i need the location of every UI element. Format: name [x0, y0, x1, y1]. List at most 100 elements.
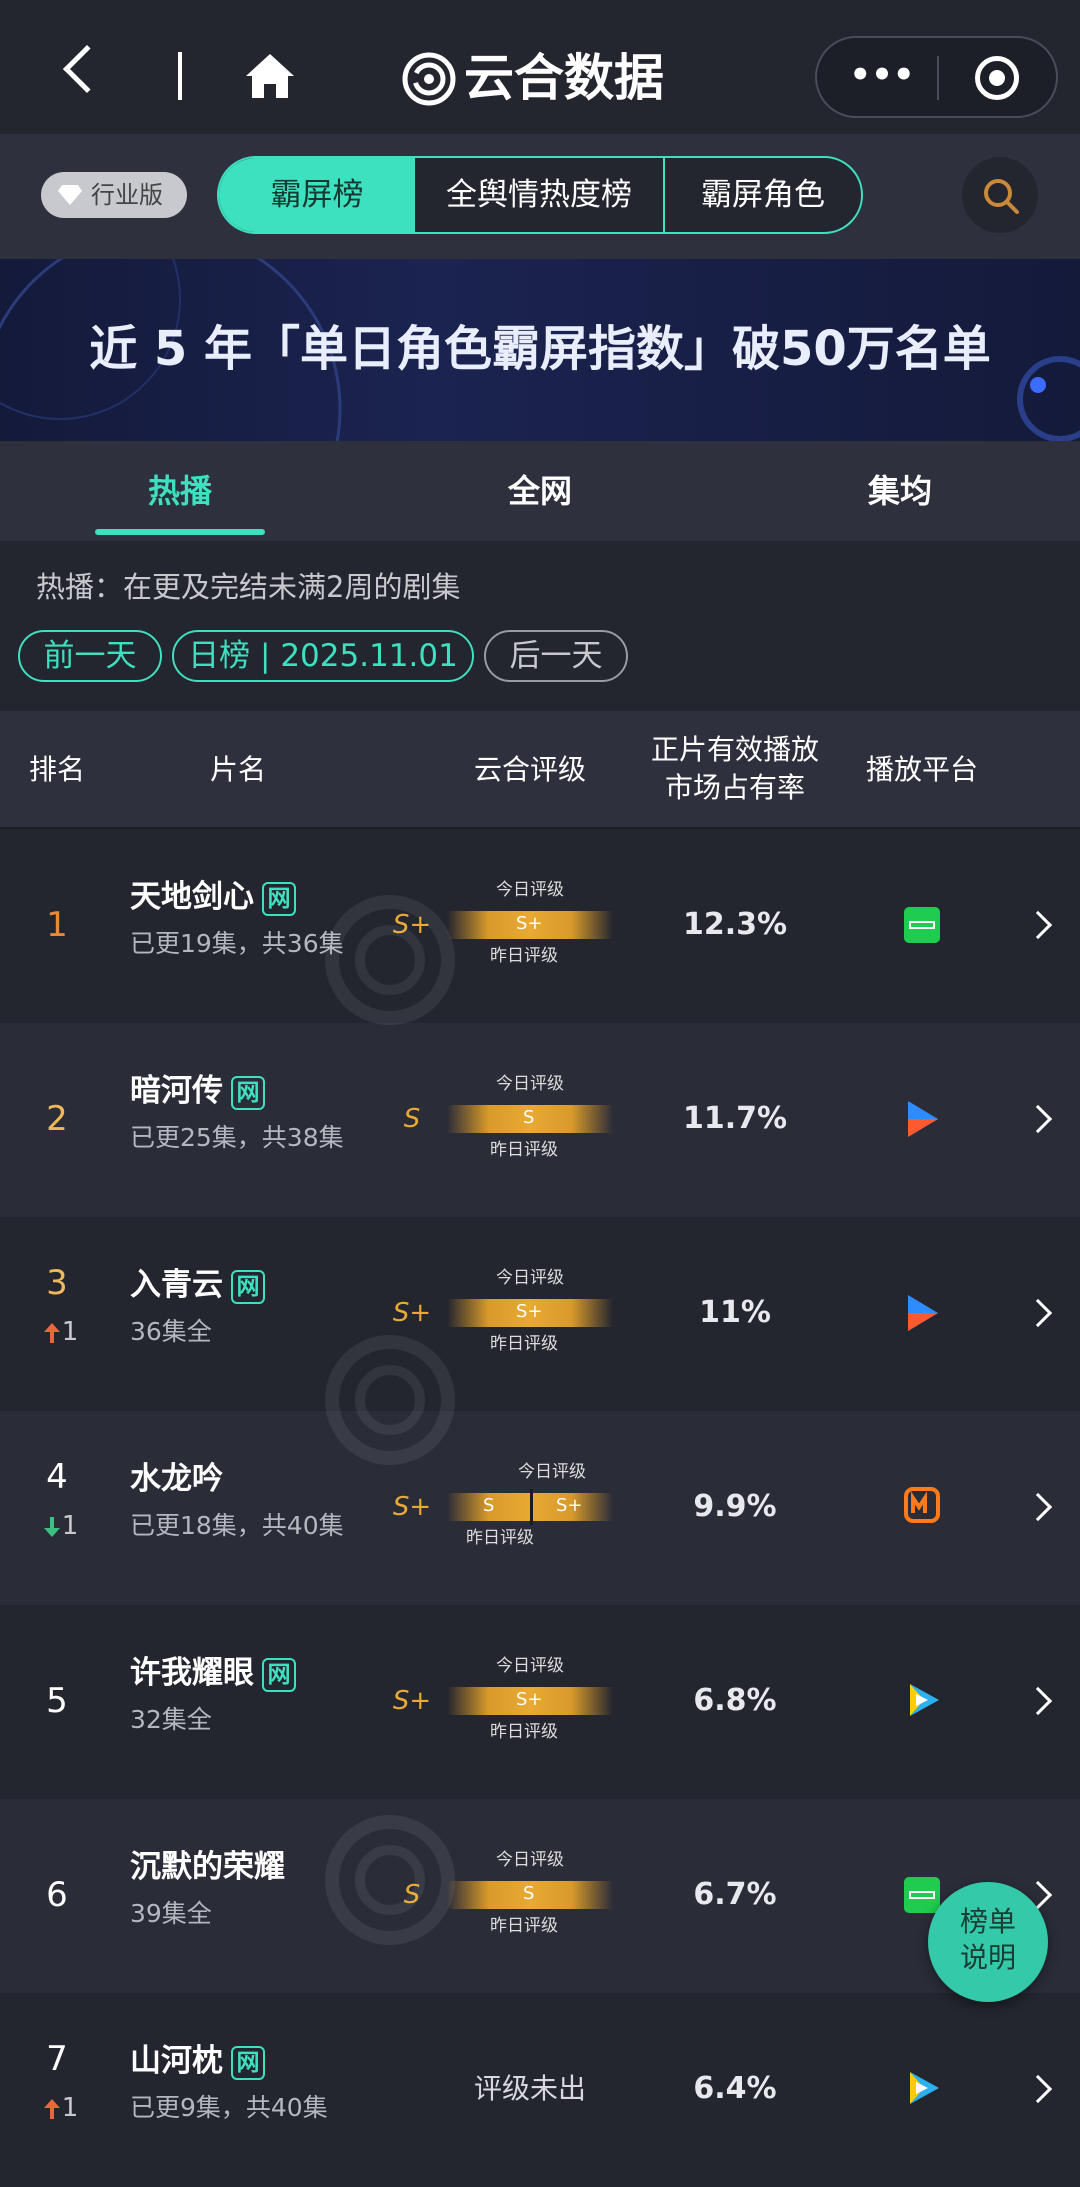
home-icon[interactable]	[244, 52, 296, 100]
yesterday-rating-label: 昨日评级	[490, 946, 558, 966]
gauge-today-grade: S+	[516, 1689, 543, 1710]
platform-tencent-icon[interactable]	[904, 1681, 944, 1721]
fab-line2: 说明	[959, 1941, 1016, 1974]
table-row[interactable]: 2 暗河传网已更25集，共38集 S S 今日评级 昨日评级 11.7%	[0, 1023, 1080, 1217]
table-row[interactable]: 7 1 山河枕网已更9集，共40集 评级未出 6.4%	[0, 1993, 1080, 2187]
drama-title: 天地剑心	[130, 879, 254, 915]
tab-bapingbang[interactable]: 霸屏榜	[219, 158, 415, 232]
episode-status: 已更19集，共36集	[130, 929, 344, 958]
more-icon[interactable]: •••	[847, 58, 917, 96]
filter-note: 热播：在更及完结未满2周的剧集	[36, 570, 461, 604]
sub-tabs: 热播 全网 集均	[0, 441, 1080, 541]
gauge-split	[530, 1489, 533, 1525]
gauge-today-grade: S+	[516, 1301, 543, 1322]
tab-bapingjuese[interactable]: 霸屏角色	[665, 158, 861, 232]
rank-number: 4	[46, 1457, 68, 1497]
rank-down-icon	[43, 1516, 60, 1537]
chevron-right-icon[interactable]	[1023, 1104, 1053, 1134]
diamond-icon	[58, 185, 82, 205]
next-day-button[interactable]: 后一天	[484, 630, 628, 682]
rank-number: 6	[46, 1875, 68, 1915]
prev-day-button[interactable]: 前一天	[18, 630, 162, 682]
drama-title-line: 沉默的荣耀	[130, 1847, 285, 1887]
episode-status: 已更25集，共38集	[130, 1123, 344, 1152]
table-row[interactable]: 5 许我耀眼网 32集全 S+ S+ 今日评级 昨日评级 6.8%	[0, 1605, 1080, 1799]
net-drama-badge: 网	[231, 2045, 265, 2080]
grade-label: S+	[392, 1492, 432, 1522]
platform-mango-icon[interactable]	[904, 1487, 944, 1527]
chevron-right-icon[interactable]	[1023, 1298, 1053, 1328]
drama-title: 许我耀眼	[130, 1655, 254, 1691]
drama-title: 沉默的荣耀	[130, 1849, 285, 1885]
market-share: 11%	[699, 1295, 771, 1330]
subtab-rebo[interactable]: 热播	[95, 471, 265, 511]
rank-number: 5	[46, 1681, 68, 1721]
net-drama-badge: 网	[231, 1075, 265, 1110]
filter-section: 热播：在更及完结未满2周的剧集 前一天 日榜 | 2025.11.01 后一天	[0, 541, 1080, 711]
logo-icon	[402, 52, 456, 106]
platform-tencent-icon[interactable]	[904, 2069, 944, 2109]
search-button[interactable]	[962, 157, 1038, 233]
market-share: 12.3%	[682, 907, 788, 942]
drama-title-line: 入青云网	[130, 1265, 265, 1305]
chevron-right-icon[interactable]	[1023, 1492, 1053, 1522]
table-row[interactable]: 4 1 水龙吟 已更18集，共40集 S+ S S+ 今日评级 昨日评级 9.9%	[0, 1411, 1080, 1605]
drama-title-line: 暗河传网	[130, 1071, 265, 1111]
market-share: 6.8%	[693, 1683, 777, 1718]
back-icon[interactable]	[62, 44, 112, 94]
rank-change: 1	[30, 1317, 90, 1347]
table-row[interactable]: 1 天地剑心网已更19集，共36集 S+ S+ 今日评级 昨日评级 12.3%	[0, 829, 1080, 1023]
today-rating-label: 今日评级	[496, 880, 564, 900]
app-title: 云合数据	[464, 49, 664, 107]
header-tabs-bar: 行业版 霸屏榜 全舆情热度榜 霸屏角色	[0, 134, 1080, 259]
gauge-today-grade: S	[523, 1883, 535, 1904]
today-rating-label: 今日评级	[496, 1074, 564, 1094]
edition-badge[interactable]: 行业版	[41, 172, 187, 218]
market-share: 6.4%	[693, 2071, 777, 2106]
yesterday-rating-label: 昨日评级	[466, 1528, 534, 1548]
chevron-right-icon[interactable]	[1023, 910, 1053, 940]
date-selector[interactable]: 日榜 | 2025.11.01	[172, 630, 474, 682]
table-header: 排名 片名 云合评级 正片有效播放 市场占有率 播放平台	[0, 711, 1080, 829]
platform-youku-icon[interactable]	[904, 1293, 944, 1333]
drama-title: 入青云	[130, 1267, 223, 1303]
no-rating-text: 评级未出	[473, 2072, 586, 2105]
rank-change: 1	[30, 2093, 90, 2123]
subtab-active-underline	[95, 529, 265, 535]
grade-label: S	[403, 1880, 421, 1910]
grade-label: S	[403, 1104, 421, 1134]
yesterday-rating-label: 昨日评级	[490, 1334, 558, 1354]
subtab-jijun[interactable]: 集均	[815, 471, 985, 511]
rank-number: 1	[46, 905, 68, 945]
col-share-line2: 市场占有率	[664, 771, 805, 804]
table-row[interactable]: 6 沉默的荣耀 39集全 S S 今日评级 昨日评级 6.7%	[0, 1799, 1080, 1993]
rank-up-icon	[43, 2098, 60, 2119]
capsule-divider	[937, 56, 939, 100]
rank-change-value: 1	[61, 1511, 79, 1541]
subtab-quanwang[interactable]: 全网	[455, 471, 625, 511]
drama-title-line: 许我耀眼网	[130, 1653, 296, 1693]
market-share: 9.9%	[693, 1489, 777, 1524]
chevron-right-icon[interactable]	[1023, 1686, 1053, 1716]
episode-status: 36集全	[130, 1317, 212, 1346]
grade-label: S+	[392, 1298, 432, 1328]
ranking-explanation-button[interactable]: 榜单 说明	[928, 1882, 1048, 2002]
col-rating: 云合评级	[473, 753, 586, 786]
rank-change-value: 1	[61, 2093, 79, 2123]
table-row[interactable]: 3 1 入青云网 36集全 S+ S+ 今日评级 昨日评级 11%	[0, 1217, 1080, 1411]
platform-iqiyi-icon[interactable]	[904, 907, 944, 947]
market-share: 11.7%	[682, 1101, 788, 1136]
episode-status: 已更9集，共40集	[130, 2093, 328, 2122]
net-drama-badge: 网	[231, 1269, 265, 1304]
col-rank: 排名	[28, 753, 85, 786]
gauge-today-grade: S+	[556, 1495, 583, 1516]
promo-banner[interactable]: 近 5 年「单日角色霸屏指数」破50万名单	[0, 259, 1080, 441]
episode-status: 32集全	[130, 1705, 212, 1734]
close-miniprogram-icon[interactable]	[975, 56, 1019, 100]
drama-title-line: 水龙吟	[130, 1459, 223, 1499]
chevron-right-icon[interactable]	[1023, 2074, 1053, 2104]
col-share-line1: 正片有效播放	[650, 733, 819, 766]
platform-youku-icon[interactable]	[904, 1099, 944, 1139]
drama-title: 水龙吟	[130, 1461, 223, 1497]
tab-quanyuqing[interactable]: 全舆情热度榜	[415, 158, 663, 232]
